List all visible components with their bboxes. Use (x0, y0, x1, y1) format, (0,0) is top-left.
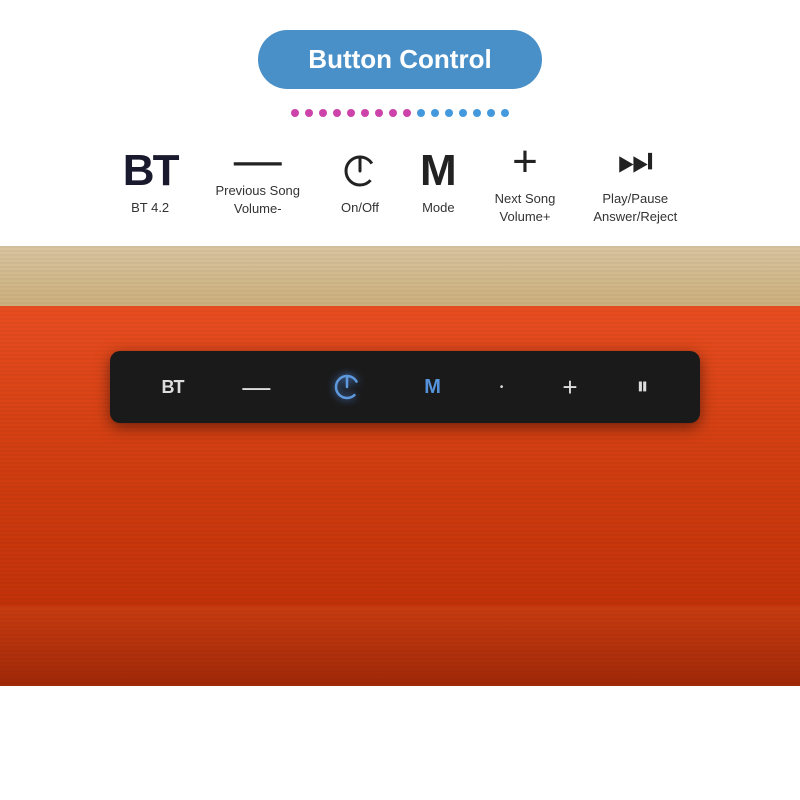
m-icon: M (420, 149, 457, 193)
panel-minus-button: — (242, 371, 270, 403)
control-bt: BT BT 4.2 (123, 149, 178, 217)
top-section: Button Control BT BT 4.2 — Previous Song… (0, 0, 800, 246)
decorative-dot (417, 109, 425, 117)
decorative-dot (501, 109, 509, 117)
decorative-dot (305, 109, 313, 117)
decorative-dot (473, 109, 481, 117)
decorative-dot (291, 109, 299, 117)
previous-label: Previous Song Volume- (215, 182, 300, 218)
page-title: Button Control (308, 44, 491, 74)
onoff-label: On/Off (341, 199, 379, 217)
panel-dot-button: • (500, 382, 504, 393)
control-next: + Next Song Volume+ (495, 140, 556, 226)
control-playpause: ⏭ Play/Pause Answer/Reject (593, 139, 677, 226)
decorative-dot (361, 109, 369, 117)
bt-icon: BT (123, 149, 178, 193)
decorative-dot (445, 109, 453, 117)
title-pill-inner: Button Control (258, 30, 541, 89)
decorative-dot (431, 109, 439, 117)
panel-m-button: M (424, 376, 441, 399)
decorative-dot (347, 109, 355, 117)
next-label: Next Song Volume+ (495, 190, 556, 226)
button-panel: BT — M • + ⏸ (110, 351, 700, 423)
speaker-background: BT — M • + ⏸ (0, 246, 800, 686)
bt-label: BT 4.2 (131, 199, 169, 217)
decorative-dots (20, 109, 780, 117)
decorative-dot (333, 109, 341, 117)
speaker-bottom-strip (0, 606, 800, 686)
control-previous: — Previous Song Volume- (215, 147, 300, 218)
title-pill: Button Control (20, 30, 780, 89)
control-onoff: On/Off (338, 149, 382, 217)
decorative-dot (319, 109, 327, 117)
speaker-section: BT — M • + ⏸ (0, 246, 800, 686)
playpause-label: Play/Pause Answer/Reject (593, 190, 677, 226)
decorative-dot (403, 109, 411, 117)
playpause-icon: ⏭ (617, 139, 653, 184)
decorative-dot (375, 109, 383, 117)
panel-bt-button: BT (161, 377, 183, 398)
power-icon (338, 149, 382, 193)
decorative-dot (487, 109, 495, 117)
control-mode: M Mode (420, 149, 457, 217)
decorative-dot (389, 109, 397, 117)
panel-power-button (329, 369, 365, 405)
panel-playpause-button: ⏸ (636, 373, 648, 401)
controls-row: BT BT 4.2 — Previous Song Volume- On/Off (20, 139, 780, 226)
plus-icon: + (512, 140, 538, 184)
panel-plus-button: + (562, 372, 577, 403)
decorative-dot (459, 109, 467, 117)
mode-label: Mode (422, 199, 455, 217)
minus-icon: — (234, 147, 282, 176)
